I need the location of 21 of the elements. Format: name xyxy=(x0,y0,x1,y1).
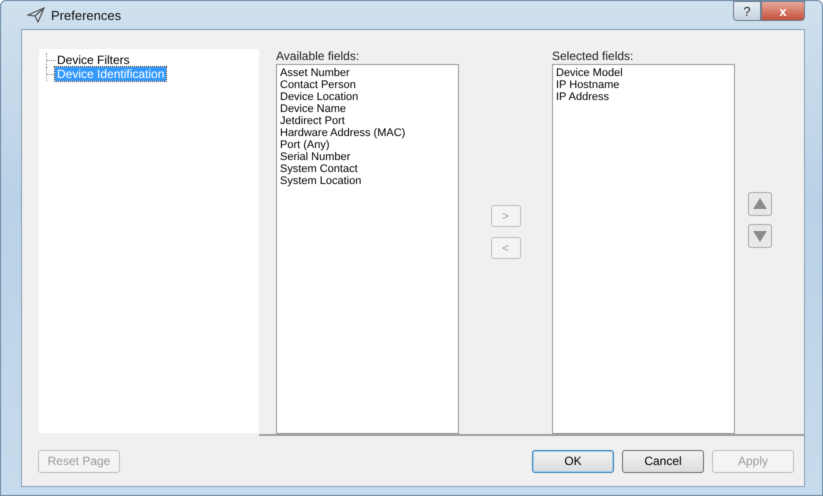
paper-plane-icon xyxy=(27,7,45,23)
list-item[interactable]: Jetdirect Port xyxy=(280,115,455,127)
dialog-button[interactable]: OK xyxy=(532,450,614,472)
list-item[interactable]: IP Hostname xyxy=(556,79,731,91)
list-label: Selected fields: xyxy=(552,49,634,63)
window-title: Preferences xyxy=(51,8,122,22)
list-item[interactable]: Device Name xyxy=(280,103,455,115)
list-item[interactable]: Device Location xyxy=(280,91,455,103)
list-item[interactable]: Serial Number xyxy=(280,151,455,163)
help-button[interactable]: ? xyxy=(733,1,761,21)
list-item[interactable]: Asset Number xyxy=(280,67,455,79)
dialog-button[interactable]: Cancel xyxy=(622,450,704,472)
list-item[interactable]: Hardware Address (MAC) xyxy=(280,127,455,139)
list-item[interactable]: IP Address xyxy=(556,91,731,103)
list-item[interactable]: Contact Person xyxy=(280,79,455,91)
tree-item[interactable]: Device Filters xyxy=(55,53,132,67)
list-item[interactable]: System Contact xyxy=(280,163,455,175)
list-item[interactable]: Port (Any) xyxy=(280,139,455,151)
list-label: Available fields: xyxy=(276,49,360,63)
list-item[interactable]: Device Model xyxy=(556,67,731,79)
list-item[interactable]: System Location xyxy=(280,175,455,187)
